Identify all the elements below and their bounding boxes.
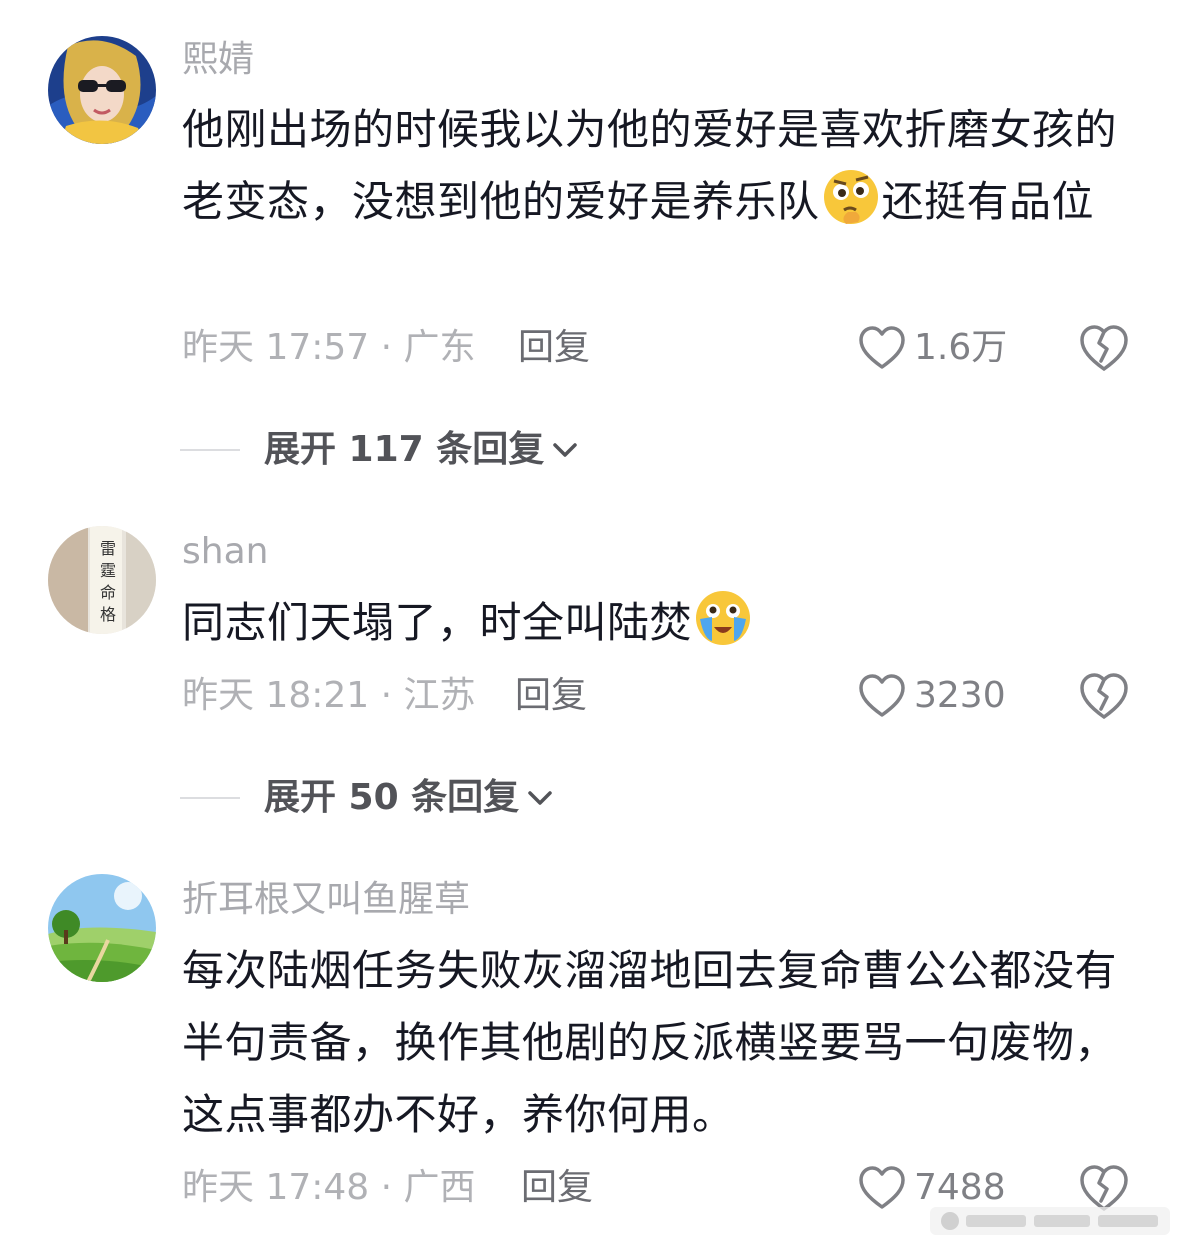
dislike-button[interactable] xyxy=(1078,671,1130,721)
crying-face-emoji xyxy=(694,589,752,647)
expand-replies-label: 展开 50 条回复 xyxy=(264,777,520,818)
avatar[interactable] xyxy=(48,874,156,982)
heart-outline-icon xyxy=(858,673,906,719)
avatar[interactable] xyxy=(48,36,156,144)
dislike-button[interactable] xyxy=(1078,323,1130,373)
thinking-face-emoji xyxy=(822,168,880,226)
like-button[interactable]: 1.6万 xyxy=(858,323,1007,373)
like-count: 1.6万 xyxy=(914,327,1008,368)
svg-text:霆: 霆 xyxy=(100,561,116,580)
comment-text: 他刚出场的时候我以为他的爱好是喜欢折磨女孩的老变态，没想到他的爱好是养乐队 还挺… xyxy=(182,94,1127,238)
reply-button[interactable]: 回复 xyxy=(521,1166,593,1210)
username[interactable]: shan xyxy=(182,530,268,574)
username[interactable]: 折耳根又叫鱼腥草 xyxy=(182,878,470,922)
expand-replies-button[interactable]: 展开 117 条回复 xyxy=(180,426,580,474)
comment-text-part: 同志们天塌了，时全叫陆焚 xyxy=(182,598,693,647)
expand-replies-button[interactable]: 展开 50 条回复 xyxy=(180,774,555,822)
username[interactable]: 熙婧 xyxy=(182,38,254,82)
comment-text-part: 还挺有品位 xyxy=(881,177,1095,226)
reply-button[interactable]: 回复 xyxy=(515,674,587,718)
like-button[interactable]: 3230 xyxy=(858,671,1006,721)
divider xyxy=(180,797,240,799)
expand-replies-label: 展开 117 条回复 xyxy=(264,429,545,470)
comment-text: 每次陆烟任务失败灰溜溜地回去复命曹公公都没有半句责备，换作其他剧的反派横竖要骂一… xyxy=(182,946,1118,1139)
comment-time-location: 昨天 17:57 · 广东 xyxy=(182,327,476,368)
heart-outline-icon xyxy=(858,325,906,371)
svg-text:雷: 雷 xyxy=(100,539,116,558)
like-count: 3230 xyxy=(914,675,1006,716)
reply-button[interactable]: 回复 xyxy=(518,326,590,370)
comment-time-location: 昨天 18:21 · 江苏 xyxy=(182,675,476,716)
chevron-down-icon xyxy=(525,783,555,813)
comment-text: 同志们天塌了，时全叫陆焚 xyxy=(182,587,1127,659)
heart-outline-icon xyxy=(858,1165,906,1211)
broken-heart-icon xyxy=(1078,671,1130,721)
svg-text:命: 命 xyxy=(100,583,116,602)
avatar[interactable]: 雷 霆 命 格 xyxy=(48,526,156,634)
broken-heart-icon xyxy=(1078,323,1130,373)
comment-time-location: 昨天 17:48 · 广西 xyxy=(182,1167,476,1208)
svg-text:格: 格 xyxy=(100,605,116,624)
divider xyxy=(180,449,240,451)
watermark xyxy=(930,1203,1170,1239)
chevron-down-icon xyxy=(550,435,580,465)
